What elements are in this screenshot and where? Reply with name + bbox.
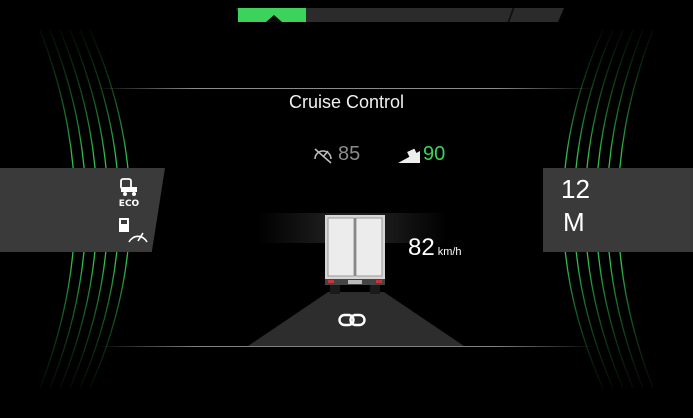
page-title: Cruise Control <box>288 92 405 112</box>
eco-mode-icon: ECO <box>119 178 140 207</box>
top-status-bar <box>228 0 572 24</box>
traction-speed-icon <box>119 218 148 243</box>
vehicle-speed-value: 82 <box>408 234 435 261</box>
bottom-divider <box>95 346 597 347</box>
downhill-speed-value: 90 <box>423 143 446 165</box>
speedometer-icon <box>314 147 332 164</box>
svg-text:ECO: ECO <box>119 199 140 207</box>
instrument-cluster: Cruise Control 85 90 ECO 12 M 82 km/h <box>0 0 693 418</box>
status-notch <box>266 15 282 22</box>
gear-mode: M <box>563 207 585 237</box>
gear-number: 12 <box>561 174 590 204</box>
downhill-truck-icon <box>398 148 420 163</box>
speed-unit: km/h <box>437 246 462 258</box>
set-speed-value: 85 <box>338 143 361 165</box>
top-divider <box>95 88 597 89</box>
vehicle-link-icon <box>338 313 366 327</box>
set-speed-readout: 85 <box>312 143 360 166</box>
downhill-speed-readout: 90 <box>397 143 445 166</box>
vehicle-speed-readout: 82 km/h <box>408 234 462 262</box>
truck-rear-icon <box>325 215 385 294</box>
